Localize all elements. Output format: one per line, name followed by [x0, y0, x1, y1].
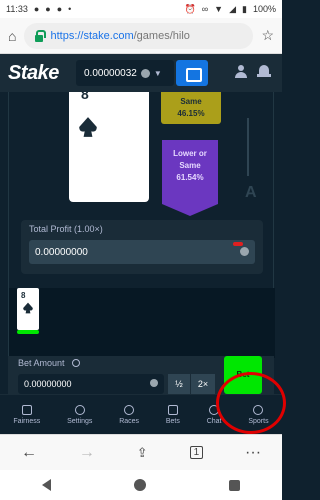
wallet-button[interactable]	[176, 60, 208, 86]
site-header: Stake 0.00000032 ▼	[0, 54, 282, 92]
battery-percent: 100%	[252, 4, 276, 14]
nav-settings-label: Settings	[67, 417, 93, 425]
half-bet-button[interactable]: ½	[168, 374, 190, 394]
coin-icon	[140, 68, 150, 78]
bookmark-icon[interactable]: ☆	[261, 27, 274, 44]
annotation-circle	[216, 372, 286, 434]
total-profit-value: 0.00000000	[35, 246, 88, 258]
probability-track	[247, 118, 249, 176]
info-icon[interactable]	[72, 359, 80, 367]
clock: 11:33	[6, 4, 28, 14]
browser-toolbar: ⌂ https://stake.com/games/hilo ☆	[0, 18, 282, 54]
nav-fairness[interactable]: Fairness	[13, 404, 41, 425]
bet-amount-value: 0.00000000	[24, 379, 72, 389]
nav-bets-label: Bets	[165, 417, 180, 425]
reddit-icon: ●	[56, 4, 63, 14]
system-recents-icon[interactable]	[229, 479, 241, 491]
link-icon: ∞	[201, 4, 209, 14]
system-nav-bar	[0, 470, 282, 500]
same-label: Same	[180, 97, 202, 106]
history-card: 8	[17, 288, 39, 330]
bell-icon[interactable]	[257, 64, 271, 80]
user-icon[interactable]	[234, 65, 248, 79]
back-icon[interactable]: ←	[21, 444, 37, 462]
coin-icon	[240, 247, 249, 256]
lock-icon	[34, 29, 47, 42]
double-bet-button[interactable]: 2×	[191, 374, 215, 394]
nav-bets[interactable]: Bets	[165, 404, 180, 425]
gear-icon	[74, 404, 85, 415]
balance-value: 0.00000032	[84, 67, 137, 79]
url-bar[interactable]: https://stake.com/games/hilo	[24, 22, 254, 49]
facebook-icon-2: ●	[45, 4, 51, 14]
hilo-game-area: 8 Same 46.15% Lower or Same 61.54% A Tot…	[8, 86, 275, 392]
stopwatch-icon	[124, 404, 135, 415]
bet-amount-label: Bet Amount	[18, 358, 65, 368]
menu-icon[interactable]: ···	[245, 444, 261, 462]
nav-settings[interactable]: Settings	[67, 404, 93, 425]
nav-races[interactable]: Races	[119, 404, 140, 425]
spade-icon	[79, 117, 97, 137]
url-path: /games/hilo	[133, 29, 190, 42]
spade-icon	[23, 302, 33, 314]
notification-dot-icon: •	[68, 4, 72, 14]
lower-or-same-button[interactable]: Lower or Same 61.54%	[162, 140, 218, 204]
alarm-icon: ⏰	[184, 3, 196, 14]
history-start-marker	[17, 330, 39, 334]
tab-count: 1	[193, 447, 200, 458]
home-icon[interactable]: ⌂	[8, 28, 16, 44]
total-profit-panel: Total Profit (1.00×) 0.00000000	[21, 220, 263, 274]
same-percent: 46.15%	[177, 109, 205, 118]
annotation-mark	[233, 242, 243, 246]
nav-fairness-label: Fairness	[13, 417, 41, 425]
lower-percent: 61.54%	[176, 173, 204, 182]
total-profit-label: Total Profit (1.00×)	[29, 224, 103, 234]
stake-logo[interactable]: Stake	[8, 62, 59, 85]
balance-selector[interactable]: 0.00000032 ▼	[76, 60, 174, 86]
ace-label: A	[245, 184, 257, 201]
card-rank: 8	[81, 86, 89, 102]
card-history: 8	[9, 288, 275, 358]
total-profit-field: 0.00000000	[29, 240, 255, 264]
bets-icon	[167, 404, 178, 415]
coin-icon	[150, 379, 158, 387]
same-button[interactable]: Same 46.15%	[161, 92, 221, 124]
signal-icon: ◢	[229, 3, 237, 14]
bet-amount-input[interactable]: 0.00000000	[18, 374, 164, 394]
forward-icon[interactable]: →	[79, 444, 95, 462]
nav-chat-label: Chat	[206, 417, 222, 425]
system-back-icon[interactable]	[41, 479, 51, 491]
nav-races-label: Races	[119, 417, 140, 425]
url-host: https://stake.com	[50, 29, 134, 42]
status-bar: 11:33 ● ● ● • ⏰ ∞ ▼ ◢ ▮ 100%	[0, 0, 282, 18]
share-icon[interactable]: ⇪	[137, 445, 148, 461]
facebook-icon: ●	[33, 4, 40, 14]
tab-switcher-button[interactable]: 1	[189, 446, 204, 459]
system-home-icon[interactable]	[133, 479, 146, 491]
browser-bottom-bar: ← → ⇪ 1 ···	[0, 434, 282, 470]
scale-icon	[21, 404, 32, 415]
current-card: 8	[69, 86, 149, 202]
wifi-icon: ▼	[214, 4, 224, 14]
history-card-rank: 8	[21, 291, 26, 300]
lower-label-line2: Same	[179, 161, 201, 170]
chevron-down-icon: ▼	[153, 68, 162, 78]
lower-arrow-tip	[162, 204, 218, 216]
lower-label-line1: Lower or	[173, 149, 207, 158]
battery-icon: ▮	[242, 3, 247, 14]
